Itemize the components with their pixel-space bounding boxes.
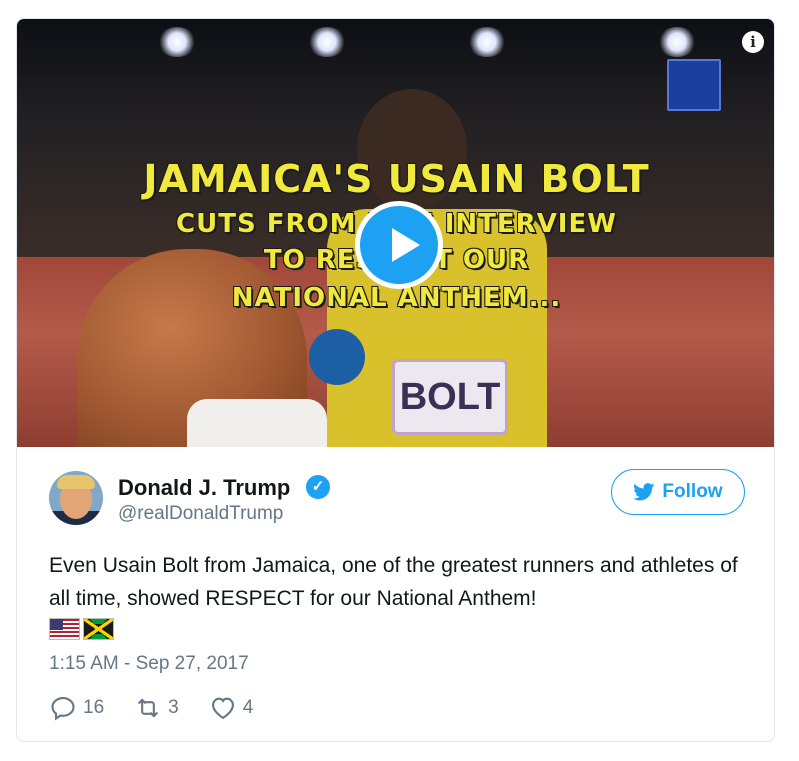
microphone <box>309 329 365 385</box>
stadium-light <box>307 27 347 57</box>
retweet-button[interactable]: 3 <box>134 694 179 722</box>
flag-us-icon <box>49 618 80 640</box>
follow-label: Follow <box>662 481 723 502</box>
verified-icon: ✓ <box>306 475 330 499</box>
tweet-text: Even Usain Bolt from Jamaica, one of the… <box>49 554 738 610</box>
tweet-actions: 16 3 4 <box>49 694 283 722</box>
stadium-light <box>467 27 507 57</box>
reply-icon <box>51 697 75 721</box>
stadium-light <box>157 27 197 57</box>
scoreboard <box>667 59 721 111</box>
avatar[interactable] <box>49 471 103 525</box>
video-headline-line-1: JAMAICA'S USAIN BOLT <box>143 157 650 201</box>
play-icon[interactable] <box>355 201 443 289</box>
embedded-tweet-card: BOLT JAMAICA'S USAIN BOLT CUTS FROM LIVE… <box>16 18 775 742</box>
info-icon[interactable]: i <box>742 31 764 53</box>
follow-button[interactable]: Follow <box>611 469 745 515</box>
avatar-hair <box>57 475 95 489</box>
tweet-timestamp[interactable]: 1:15 AM - Sep 27, 2017 <box>49 653 249 675</box>
interviewer-shirt <box>187 399 327 447</box>
retweet-count: 3 <box>168 697 179 718</box>
tweet-emoji <box>49 618 114 640</box>
like-button[interactable]: 4 <box>209 694 254 722</box>
race-bib: BOLT <box>392 359 508 435</box>
flag-jamaica-icon <box>83 618 114 640</box>
stadium-light <box>657 27 697 57</box>
author-name[interactable]: Donald J. Trump <box>118 475 290 501</box>
twitter-bird-icon <box>633 483 655 501</box>
video-thumbnail[interactable]: BOLT JAMAICA'S USAIN BOLT CUTS FROM LIVE… <box>17 19 774 447</box>
author-handle[interactable]: @realDonaldTrump <box>118 503 283 525</box>
like-count: 4 <box>242 697 254 718</box>
reply-count: 16 <box>83 697 105 718</box>
heart-icon <box>211 697 234 720</box>
reply-button[interactable]: 16 <box>49 694 104 722</box>
retweet-icon <box>138 698 159 718</box>
